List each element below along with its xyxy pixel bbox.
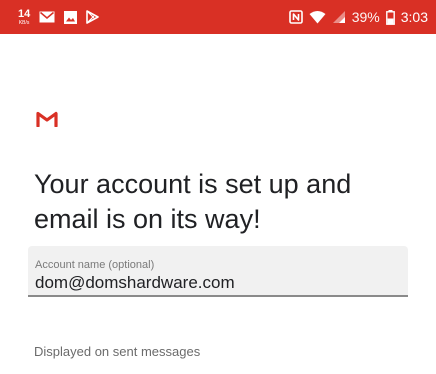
setup-complete-heading: Your account is set up and email is on i… xyxy=(34,169,352,234)
network-speed-value: 14 xyxy=(18,7,31,20)
image-icon xyxy=(64,10,78,24)
battery-percent: 39% xyxy=(351,9,380,25)
account-name-label: Account name (optional) xyxy=(35,259,155,271)
wifi-icon xyxy=(309,10,326,24)
network-speed-indicator: 14 KB/s xyxy=(18,7,31,26)
clock: 3:03 xyxy=(400,9,428,25)
helper-text: Displayed on sent messages xyxy=(34,344,201,359)
battery-icon xyxy=(385,9,395,25)
signal-icon xyxy=(332,10,346,24)
system-icons-area: 39% 3:03 xyxy=(288,9,428,25)
notification-area: 14 KB/s xyxy=(18,7,100,26)
gmail-logo xyxy=(36,111,58,132)
mail-icon xyxy=(39,11,55,23)
nfc-icon xyxy=(288,10,303,24)
account-name-input[interactable]: dom@domshardware.com xyxy=(35,274,235,291)
status-bar: 14 KB/s 39% 3:03 xyxy=(0,0,436,34)
account-name-field[interactable]: Account name (optional) dom@domshardware… xyxy=(28,246,408,297)
play-store-icon xyxy=(86,10,100,24)
network-speed-unit: KB/s xyxy=(18,19,30,26)
